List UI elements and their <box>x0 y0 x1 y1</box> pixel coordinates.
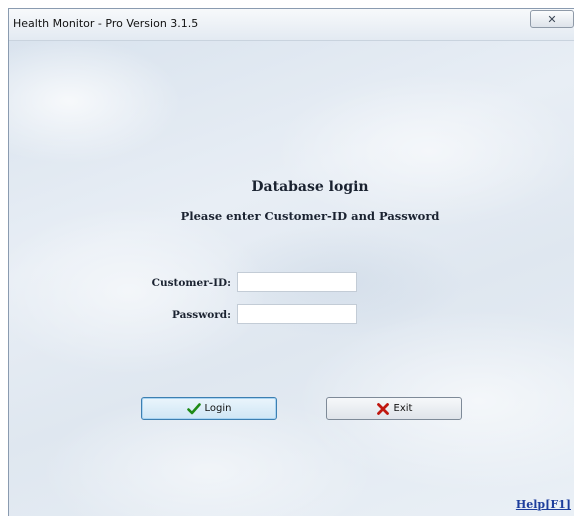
login-panel: Database login Please enter Customer-ID … <box>9 41 574 516</box>
customer-id-input[interactable] <box>237 272 357 292</box>
x-icon <box>376 402 389 415</box>
title-bar[interactable]: Health Monitor - Pro Version 3.1.5 ✕ <box>9 9 574 41</box>
exit-button[interactable]: Exit <box>326 397 462 420</box>
app-window: Health Monitor - Pro Version 3.1.5 ✕ Dat… <box>8 8 574 516</box>
password-label: Password: <box>171 309 231 321</box>
window-title: Health Monitor - Pro Version 3.1.5 <box>13 17 199 30</box>
page-subtitle: Please enter Customer-ID and Password <box>180 209 440 223</box>
close-button[interactable]: ✕ <box>530 10 574 28</box>
customer-id-label: Customer-ID: <box>151 277 231 289</box>
password-input[interactable] <box>237 304 357 324</box>
login-button-label: Login <box>204 403 232 414</box>
help-link[interactable]: Help[F1] <box>516 498 571 511</box>
check-icon <box>186 402 201 414</box>
exit-button-label: Exit <box>393 403 413 414</box>
close-icon: ✕ <box>547 12 557 26</box>
page-title: Database login <box>251 179 369 195</box>
login-button[interactable]: Login <box>141 397 277 420</box>
